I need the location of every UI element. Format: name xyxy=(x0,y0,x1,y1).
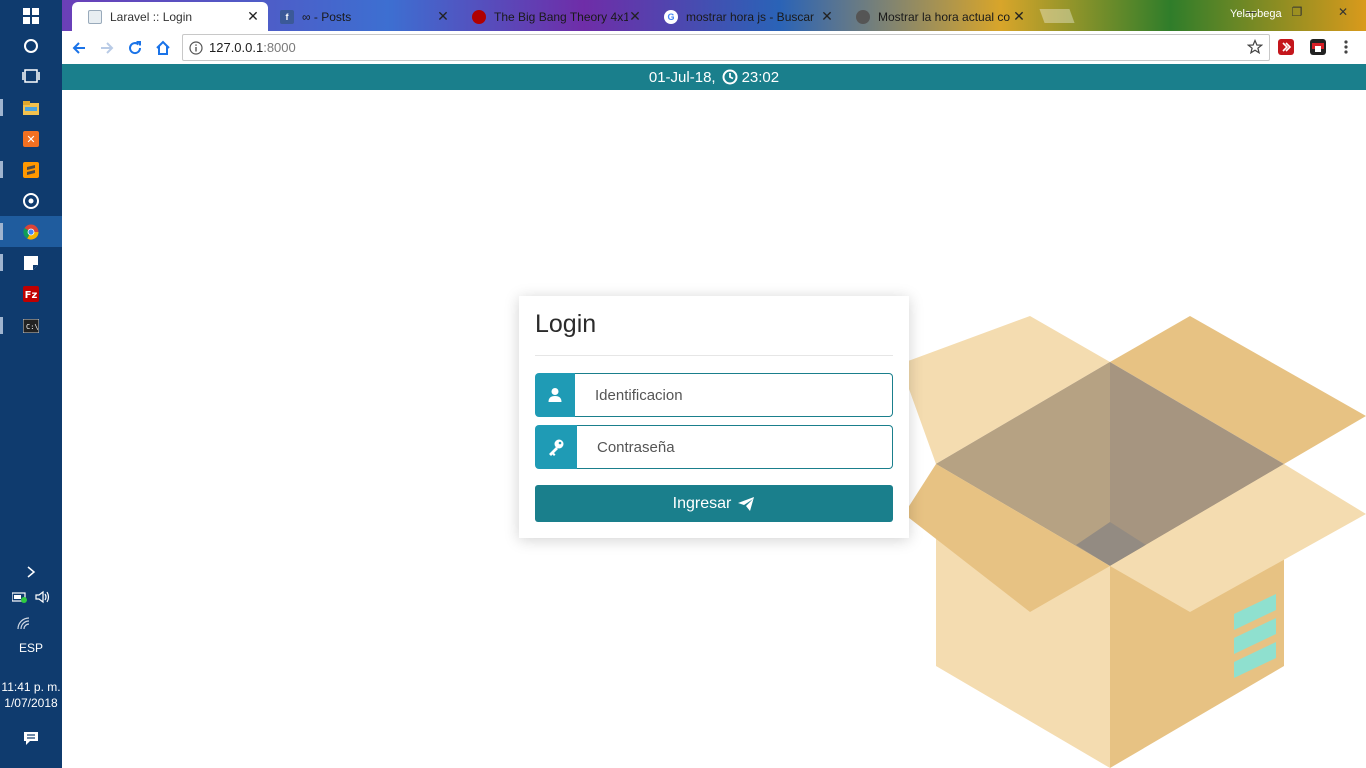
xampp-icon[interactable]: ✕ xyxy=(0,123,62,154)
browser-toolbar: 127.0.0.1:8000 xyxy=(62,31,1366,64)
close-tab-icon[interactable]: ✕ xyxy=(1012,8,1026,25)
tab-title: Mostrar la hora actual co xyxy=(878,9,1011,24)
close-tab-icon[interactable]: ✕ xyxy=(246,8,260,25)
wifi-icon[interactable] xyxy=(16,615,30,634)
google-icon: G xyxy=(664,9,678,24)
login-submit-button[interactable]: Ingresar xyxy=(535,485,893,522)
facebook-icon: f xyxy=(280,9,294,24)
close-tab-icon[interactable]: ✕ xyxy=(820,8,834,25)
date-time-bar: 01-Jul-18, 23:02 xyxy=(62,64,1366,90)
command-prompt-icon[interactable]: C:\ xyxy=(0,310,62,341)
minimize-icon[interactable]: — xyxy=(1244,5,1258,19)
clock-icon xyxy=(722,69,738,85)
sticky-notes-icon[interactable] xyxy=(0,247,62,278)
submit-label: Ingresar xyxy=(672,494,732,512)
system-clock-date[interactable]: 1/07/2018 xyxy=(0,696,62,710)
back-icon[interactable] xyxy=(68,37,90,59)
tab-google-search[interactable]: G mostrar hora js - Buscar ✕ xyxy=(648,2,842,31)
close-tab-icon[interactable]: ✕ xyxy=(628,8,642,25)
password-input[interactable] xyxy=(577,425,893,469)
close-window-icon[interactable]: ✕ xyxy=(1336,5,1350,19)
chrome-icon[interactable] xyxy=(0,216,62,247)
current-date: 01-Jul-18, xyxy=(648,68,716,86)
url-text: 127.0.0.1:8000 xyxy=(209,40,296,55)
battery-icon[interactable] xyxy=(11,589,28,608)
sublime-text-icon[interactable] xyxy=(0,154,62,185)
site-icon xyxy=(856,9,870,24)
cortana-search-icon[interactable] xyxy=(0,30,62,61)
bookmark-star-icon[interactable] xyxy=(1246,38,1264,59)
home-icon[interactable] xyxy=(152,37,174,59)
system-clock-time[interactable]: 11:41 p. m. xyxy=(0,680,62,694)
extension-icon[interactable] xyxy=(1278,39,1294,55)
volume-icon[interactable] xyxy=(35,589,51,608)
tab-title: The Big Bang Theory 4x1 xyxy=(494,9,628,24)
svg-text:Fz: Fz xyxy=(25,290,38,301)
file-explorer-icon[interactable] xyxy=(0,92,62,123)
media-player-icon[interactable] xyxy=(0,185,62,216)
task-view-icon[interactable] xyxy=(0,60,62,91)
extension-icon[interactable] xyxy=(1310,39,1326,55)
password-field xyxy=(535,425,893,469)
identification-input[interactable] xyxy=(575,373,893,417)
input-language-indicator[interactable]: ESP xyxy=(0,641,62,655)
tab-title: Laravel :: Login xyxy=(110,9,193,24)
open-box-illustration xyxy=(900,316,1366,768)
restore-icon[interactable]: ❐ xyxy=(1290,5,1304,19)
reload-icon[interactable] xyxy=(124,37,146,59)
key-icon xyxy=(535,425,577,469)
new-tab-button[interactable] xyxy=(1039,9,1075,23)
action-center-icon[interactable] xyxy=(0,723,62,754)
tab-big-bang-theory[interactable]: The Big Bang Theory 4x1 ✕ xyxy=(456,2,650,31)
divider xyxy=(535,355,893,356)
identification-field xyxy=(535,373,893,417)
forward-icon[interactable] xyxy=(96,37,118,59)
laravel-icon xyxy=(88,9,102,24)
url-port: :8000 xyxy=(263,40,296,55)
chrome-menu-icon[interactable] xyxy=(1343,39,1349,59)
windows-taskbar: ✕ Fz C:\ ESP 11:41 p. m. 1/07/2018 xyxy=(0,0,62,768)
address-bar[interactable]: 127.0.0.1:8000 xyxy=(182,34,1270,61)
svg-text:✕: ✕ xyxy=(26,133,35,146)
url-host: 127.0.0.1 xyxy=(209,40,264,55)
close-tab-icon[interactable]: ✕ xyxy=(436,8,450,25)
tab-hora-actual[interactable]: Mostrar la hora actual co ✕ xyxy=(840,2,1034,31)
tab-title: ∞ - Posts xyxy=(302,9,352,24)
login-title: Login xyxy=(535,310,597,338)
video-site-icon xyxy=(472,9,486,24)
tab-laravel-login[interactable]: Laravel :: Login ✕ xyxy=(72,2,268,31)
windows-start-icon[interactable] xyxy=(0,0,62,31)
site-info-icon[interactable] xyxy=(183,40,209,55)
login-card: Login Ingresar xyxy=(519,296,909,538)
tab-posts[interactable]: f ∞ - Posts ✕ xyxy=(264,2,458,31)
show-hidden-icons-chevron-icon[interactable] xyxy=(0,556,62,587)
current-time: 23:02 xyxy=(741,68,780,86)
paper-plane-icon xyxy=(738,496,755,511)
tab-title: mostrar hora js - Buscar xyxy=(686,9,815,24)
svg-text:C:\: C:\ xyxy=(26,323,39,331)
browser-titlebar: Laravel :: Login ✕ f ∞ - Posts ✕ The Big… xyxy=(62,0,1366,31)
filezilla-icon[interactable]: Fz xyxy=(0,278,62,309)
user-icon xyxy=(535,373,575,417)
